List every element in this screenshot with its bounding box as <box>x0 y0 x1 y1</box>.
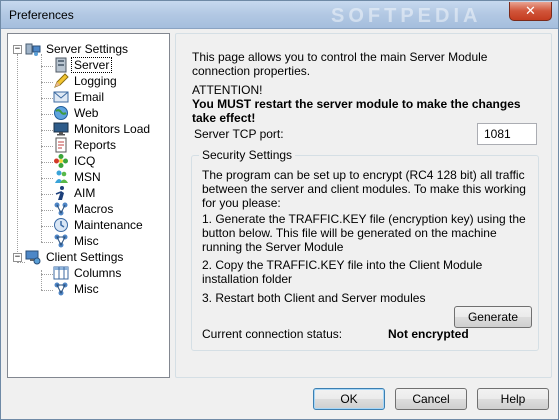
tree-item-email[interactable]: Email <box>53 89 106 105</box>
msn-icon <box>55 170 68 183</box>
server-settings-icon <box>25 43 41 56</box>
close-button[interactable]: ✕ <box>509 2 552 21</box>
connection-status-label: Current connection status: <box>202 327 343 341</box>
server-settings-panel: This page allows you to control the main… <box>175 33 552 378</box>
maintenance-icon <box>54 218 68 232</box>
tree-item-macros[interactable]: Macros <box>53 201 115 217</box>
security-step-3: 3. Restart both Client and Server module… <box>202 291 426 305</box>
aim-icon <box>55 186 64 200</box>
tree-item-icq[interactable]: ICQ <box>53 153 97 169</box>
tree-item-maintenance[interactable]: Maintenance <box>53 217 145 233</box>
client-settings-icon <box>25 250 41 265</box>
preferences-window: Preferences SOFTPEDIA ✕ − − Server Setti… <box>0 0 559 420</box>
expand-server-settings[interactable]: − <box>13 45 22 54</box>
tree-item-server[interactable]: Server <box>53 57 113 73</box>
tree-item-monitors-load[interactable]: Monitors Load <box>53 121 152 137</box>
title-bar[interactable]: Preferences SOFTPEDIA ✕ <box>1 1 558 29</box>
tree-item-misc-server[interactable]: Misc <box>53 233 101 249</box>
intro-text: This page allows you to control the main… <box>192 50 488 78</box>
misc-icon <box>54 234 68 248</box>
tree-item-reports[interactable]: Reports <box>53 137 118 153</box>
pencil-icon <box>54 73 69 88</box>
collapse-icon: − <box>14 44 21 54</box>
port-label: Server TCP port: <box>194 127 284 141</box>
close-icon: ✕ <box>525 3 536 18</box>
cancel-button[interactable]: Cancel <box>395 388 467 410</box>
expand-client-settings[interactable]: − <box>13 253 22 262</box>
attention-title: ATTENTION! <box>192 83 263 97</box>
tree-item-client-settings[interactable]: Client Settings <box>25 249 125 265</box>
watermark: SOFTPEDIA <box>331 5 482 27</box>
envelope-icon <box>53 91 69 103</box>
tree-item-aim[interactable]: AIM <box>53 185 97 201</box>
tree-item-misc-client[interactable]: Misc <box>53 281 101 297</box>
report-icon <box>55 137 67 153</box>
tree-item-web[interactable]: Web <box>53 105 100 121</box>
window-title: Preferences <box>9 8 74 22</box>
icq-flower-icon <box>54 154 68 168</box>
macros-icon <box>54 202 68 216</box>
collapse-icon: − <box>14 252 21 262</box>
misc-icon <box>54 282 68 296</box>
server-icon <box>55 57 67 73</box>
settings-tree[interactable]: − − Server Settings Server Logging Email… <box>7 33 170 378</box>
columns-icon <box>53 266 69 280</box>
attention-message: You MUST restart the server module to ma… <box>192 97 521 125</box>
tree-item-server-settings[interactable]: Server Settings <box>25 41 130 57</box>
port-input[interactable] <box>477 123 537 145</box>
monitor-icon <box>53 122 69 136</box>
globe-icon <box>54 106 68 120</box>
tree-item-columns[interactable]: Columns <box>53 265 123 281</box>
security-settings-group: Security Settings The program can be set… <box>191 148 539 351</box>
tree-item-logging[interactable]: Logging <box>53 73 119 89</box>
security-step-2: 2. Copy the TRAFFIC.KEY file into the Cl… <box>202 258 483 286</box>
help-button[interactable]: Help <box>477 388 549 410</box>
security-step-1: 1. Generate the TRAFFIC.KEY file (encryp… <box>202 212 526 254</box>
ok-button[interactable]: OK <box>313 388 385 410</box>
generate-button[interactable]: Generate <box>454 306 532 328</box>
security-description: The program can be set up to encrypt (RC… <box>202 168 526 210</box>
security-settings-legend: Security Settings <box>199 148 296 162</box>
tree-item-msn[interactable]: MSN <box>53 169 103 185</box>
connection-status-value: Not encrypted <box>388 327 469 341</box>
